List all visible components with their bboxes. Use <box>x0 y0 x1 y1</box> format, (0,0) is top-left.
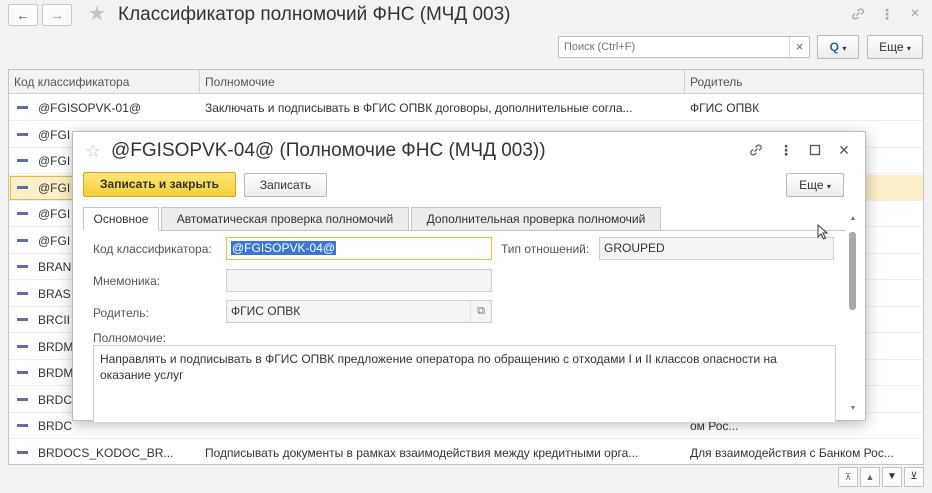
tab-additional-check[interactable]: Дополнительная проверка полномочий <box>411 207 661 231</box>
cell-code: @FGISOPVK-01@ <box>38 101 142 115</box>
close-icon[interactable]: × <box>906 5 924 23</box>
column-header-authority[interactable]: Полномочие <box>199 70 684 94</box>
mnemonic-field[interactable] <box>226 269 492 292</box>
row-item-icon <box>17 132 28 136</box>
cell-authority: Заключать и подписывать в ФГИС ОПВК дого… <box>205 101 633 115</box>
scroll-up-button[interactable]: ▲ <box>860 467 880 487</box>
dialog-more-label: Еще <box>799 178 824 192</box>
table-header: Код классификатора Полномочие Родитель <box>9 70 923 94</box>
scroll-to-bottom-button[interactable]: ⊻ <box>904 467 924 487</box>
forward-arrow-icon: → <box>50 7 64 23</box>
search-field[interactable]: × <box>558 36 810 58</box>
column-header-code[interactable]: Код классификатора <box>9 70 199 94</box>
authority-textarea[interactable]: Направлять и подписывать в ФГИС ОПВК пре… <box>93 345 836 422</box>
save-button[interactable]: Записать <box>244 173 327 197</box>
column-header-parent[interactable]: Родитель <box>684 70 923 94</box>
cell-parent: ФГИС ОПВК <box>690 101 760 115</box>
forward-button[interactable]: → <box>42 4 72 26</box>
row-item-icon <box>17 212 28 215</box>
relation-type-field[interactable]: GROUPED <box>599 237 834 260</box>
chevron-down-icon: ▾ <box>842 44 847 53</box>
code-label: Код классификатора: <box>93 242 212 256</box>
authority-label: Полномочие: <box>93 331 166 345</box>
back-button[interactable]: ← <box>8 4 38 26</box>
scroll-thumb[interactable] <box>849 232 856 310</box>
cell-parent: Для взаимодействия с Банком Рос... <box>690 445 894 460</box>
more-button-label: Еще <box>879 40 904 54</box>
more-vertical-icon[interactable]: ⋮ <box>777 141 795 159</box>
chevron-down-icon: ▾ <box>826 182 831 191</box>
more-button[interactable]: Еще ▾ <box>867 35 923 59</box>
relation-type-label: Тип отношений: <box>501 242 590 256</box>
row-item-icon <box>17 397 28 401</box>
dialog-title: @FGISOPVK-04@ (Полномочие ФНС (МЧД 003)) <box>111 140 546 161</box>
favorite-star-icon[interactable]: ☆ <box>85 141 101 161</box>
cell-authority: Подписывать документы в рамках взаимодей… <box>205 445 639 460</box>
code-input[interactable]: @FGISOPVK-04@ <box>226 237 492 260</box>
search-input[interactable] <box>559 37 789 57</box>
authority-edit-dialog: ☆ @FGISOPVK-04@ (Полномочие ФНС (МЧД 003… <box>72 131 866 422</box>
scroll-down-arrow-icon[interactable]: ▼ <box>847 404 859 414</box>
back-arrow-icon: ← <box>16 7 30 23</box>
parent-field[interactable]: ФГИС ОПВК ⧉ <box>226 300 492 323</box>
tab-main[interactable]: Основное <box>83 207 159 231</box>
row-item-icon <box>17 450 28 454</box>
row-item-icon <box>17 159 28 162</box>
parent-value: ФГИС ОПВК <box>231 304 301 318</box>
scroll-up-arrow-icon[interactable]: ▲ <box>847 214 859 224</box>
more-vertical-icon[interactable]: ⋮ <box>878 5 896 23</box>
scroll-to-top-button[interactable]: ⊼ <box>838 467 858 487</box>
row-item-icon <box>17 265 28 268</box>
tab-auto-check[interactable]: Автоматическая проверка полномочий <box>161 207 409 231</box>
search-button[interactable]: Q ▾ <box>817 35 859 59</box>
mouse-cursor-icon <box>817 223 829 243</box>
row-item-icon <box>17 344 28 348</box>
row-item-icon <box>17 424 28 427</box>
window-title: Классификатор полномочий ФНС (МЧД 003) <box>118 4 511 25</box>
clear-search-icon[interactable]: × <box>789 37 809 57</box>
scroll-down-button[interactable]: ▼ <box>882 467 902 487</box>
cell-code: BRDOCS_KODOC_BR... <box>38 445 174 460</box>
chevron-down-icon: ▾ <box>906 44 911 53</box>
row-item-icon <box>17 185 28 189</box>
link-icon[interactable] <box>849 5 867 23</box>
table-row[interactable]: @FGISOPVK-01@ Заключать и подписывать в Ф… <box>9 95 923 121</box>
open-parent-icon[interactable]: ⧉ <box>470 301 491 322</box>
favorite-star-icon[interactable]: ★ <box>88 4 106 24</box>
row-item-icon <box>17 371 28 374</box>
parent-label: Родитель: <box>93 306 149 320</box>
row-item-icon <box>17 291 28 295</box>
dialog-more-button[interactable]: Еще ▾ <box>786 173 844 197</box>
row-item-icon <box>17 318 28 321</box>
mnemonic-label: Мнемоника: <box>93 274 161 288</box>
close-icon[interactable]: × <box>835 141 853 159</box>
table-row[interactable]: BRDOCS_KODOC_BR... Подписывать документы … <box>9 440 923 465</box>
row-item-icon <box>17 106 28 109</box>
save-and-close-button[interactable]: Записать и закрыть <box>83 172 236 197</box>
maximize-icon[interactable] <box>806 141 824 159</box>
form-scrollbar[interactable]: ▲ ▼ <box>847 214 859 416</box>
row-item-icon <box>17 238 28 242</box>
link-icon[interactable] <box>747 141 765 159</box>
code-value: @FGISOPVK-04@ <box>231 241 337 255</box>
search-icon: Q <box>829 40 839 54</box>
